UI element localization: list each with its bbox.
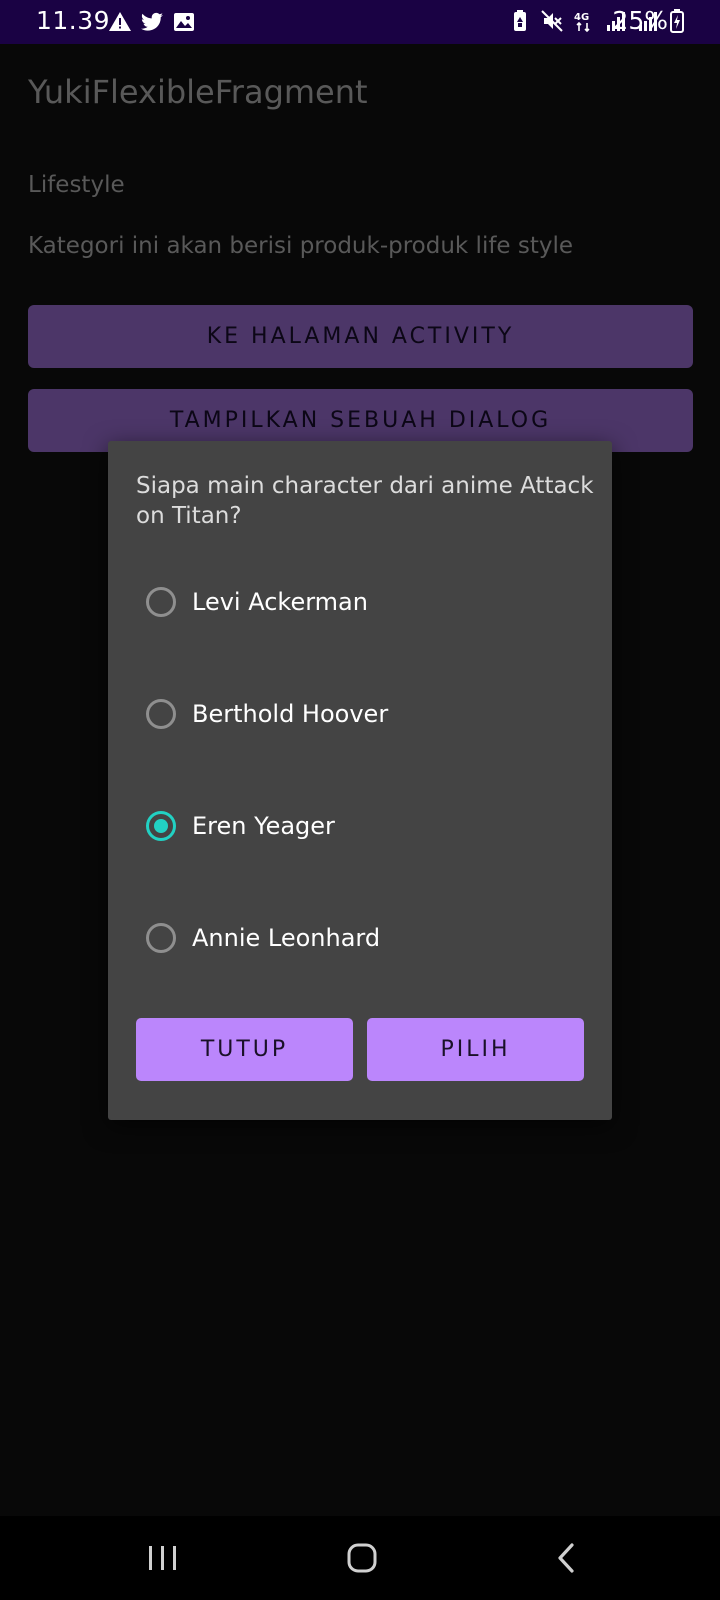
radio-button-icon[interactable] (146, 699, 176, 729)
battery-indicator: 25% (612, 6, 684, 35)
radio-option-berthold[interactable]: Berthold Hoover (146, 694, 388, 734)
radio-option-eren[interactable]: Eren Yeager (146, 806, 335, 846)
option-label: Levi Ackerman (192, 588, 368, 616)
warning-icon (109, 12, 131, 31)
radio-button-icon[interactable] (146, 587, 176, 617)
option-dialog: Siapa main character dari anime Attack o… (108, 441, 612, 1120)
radio-button-icon[interactable] (146, 923, 176, 953)
close-button[interactable]: TUTUP (136, 1018, 353, 1081)
navigation-bar (0, 1516, 720, 1600)
radio-button-checked-icon[interactable] (146, 811, 176, 841)
radio-option-levi[interactable]: Levi Ackerman (146, 582, 368, 622)
option-label: Berthold Hoover (192, 700, 389, 728)
battery-percent: 25% (612, 6, 668, 35)
battery-charging-icon (670, 8, 684, 33)
option-label: Eren Yeager (192, 812, 335, 840)
4g-icon: 4G (574, 12, 590, 33)
notification-icons (108, 10, 196, 34)
status-bar: 11.39 4G 25% (0, 0, 720, 44)
recents-icon[interactable] (141, 1536, 185, 1580)
option-label: Annie Leonhard (192, 924, 381, 952)
status-time: 11.39 (36, 6, 111, 35)
choose-button[interactable]: PILIH (367, 1018, 584, 1081)
twitter-icon (141, 12, 163, 31)
go-to-activity-button[interactable]: KE HALAMAN ACTIVITY (28, 305, 693, 368)
image-icon (174, 13, 194, 31)
category-title: Lifestyle (28, 172, 125, 198)
radio-option-annie[interactable]: Annie Leonhard (146, 918, 380, 958)
home-icon[interactable] (340, 1536, 384, 1580)
mute-icon (541, 10, 563, 32)
app-title: YukiFlexibleFragment (28, 73, 368, 111)
svg-text:4G: 4G (574, 12, 589, 23)
back-icon[interactable] (545, 1536, 589, 1580)
category-description: Kategori ini akan berisi produk-produk l… (28, 233, 574, 259)
dialog-question: Siapa main character dari anime Attack o… (136, 473, 594, 529)
battery-saver-icon (514, 10, 526, 31)
